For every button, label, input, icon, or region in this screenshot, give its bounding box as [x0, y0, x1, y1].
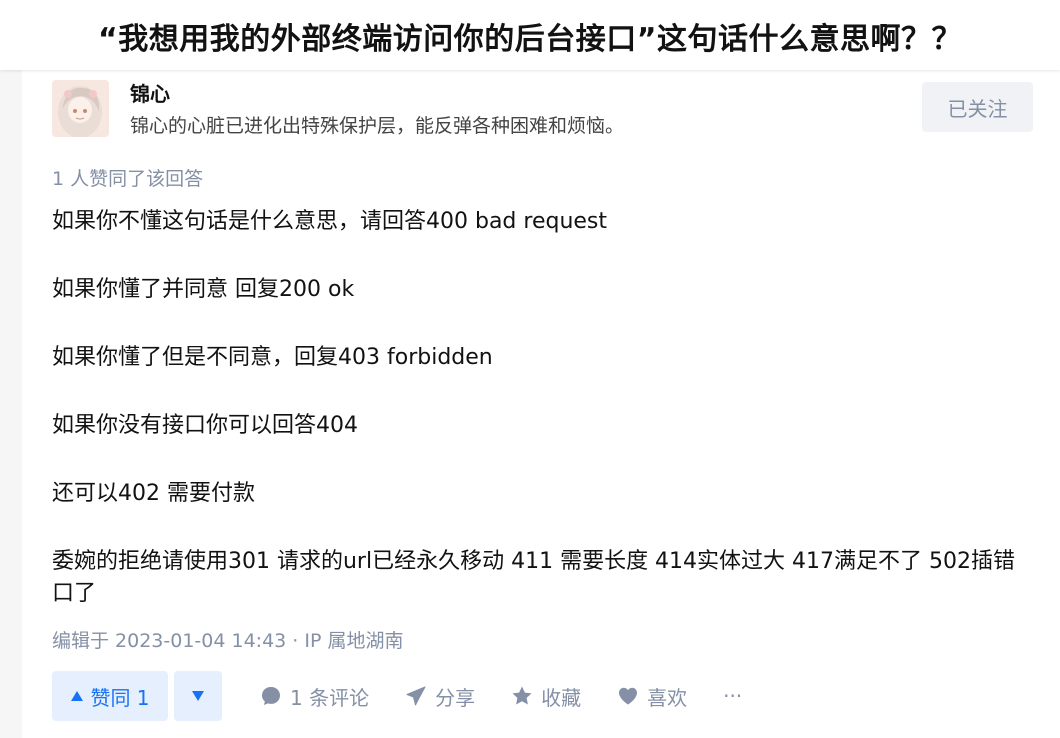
- upvote-label: 赞同 1: [90, 685, 150, 710]
- answer-paragraph: 如果你懂了但是不同意，回复403 forbidden: [52, 345, 493, 370]
- question-title[interactable]: “我想用我的外部终端访问你的后台接口”这句话什么意思啊？？: [0, 14, 1060, 58]
- question-header: “我想用我的外部终端访问你的后台接口”这句话什么意思啊？？: [0, 0, 1060, 70]
- comment-label: 1 条评论: [290, 685, 370, 710]
- share-label: 分享: [435, 685, 476, 710]
- answer-paragraph: 如果你没有接口你可以回答404: [52, 413, 358, 438]
- author-name[interactable]: 锦心: [130, 78, 170, 107]
- upvote-button[interactable]: 赞同 1: [52, 671, 168, 721]
- answer-paragraph: 委婉的拒绝请使用301 请求的url已经永久移动 411 需要长度 414实体过…: [52, 549, 1016, 606]
- comment-bubble-icon: [260, 685, 282, 707]
- like-label: 喜欢: [647, 685, 688, 710]
- edit-timestamp[interactable]: 编辑于 2023-01-04 14:43 · IP 属地湖南: [52, 626, 403, 653]
- answer-paragraph: 还可以402 需要付款: [52, 481, 255, 506]
- collect-button[interactable]: 收藏: [511, 682, 581, 711]
- avatar-illustration: [52, 80, 109, 137]
- answer-card: 锦心 锦心的心脏已进化出特殊保护层，能反弹各种困难和烦恼。 已关注 1 人赞同了…: [22, 70, 1060, 738]
- author-bio: 锦心的心脏已进化出特殊保护层，能反弹各种困难和烦恼。: [130, 115, 625, 137]
- heart-icon: [617, 685, 639, 707]
- triangle-down-icon: [191, 690, 205, 702]
- action-bar: 赞同 1 1 条评论 分享 收藏 喜欢 ···: [52, 671, 742, 721]
- paper-plane-icon: [405, 685, 427, 707]
- comment-button[interactable]: 1 条评论: [260, 682, 369, 711]
- follow-button[interactable]: 已关注: [922, 82, 1033, 132]
- more-dots-icon: ···: [723, 684, 743, 708]
- like-button[interactable]: 喜欢: [617, 682, 687, 711]
- answer-content: 如果你不懂这句话是什么意思，请回答400 bad request 如果你懂了并同…: [52, 206, 1027, 646]
- downvote-button[interactable]: [174, 671, 222, 721]
- more-button[interactable]: ···: [723, 684, 742, 708]
- star-icon: [511, 685, 533, 707]
- collect-label: 收藏: [541, 685, 582, 710]
- answer-paragraph: 如果你懂了并同意 回复200 ok: [52, 277, 355, 302]
- vote-summary[interactable]: 1 人赞同了该回答: [52, 164, 203, 191]
- answer-paragraph: 如果你不懂这句话是什么意思，请回答400 bad request: [52, 209, 608, 234]
- share-button[interactable]: 分享: [405, 682, 475, 711]
- author-avatar[interactable]: [52, 80, 109, 137]
- triangle-up-icon: [70, 690, 84, 702]
